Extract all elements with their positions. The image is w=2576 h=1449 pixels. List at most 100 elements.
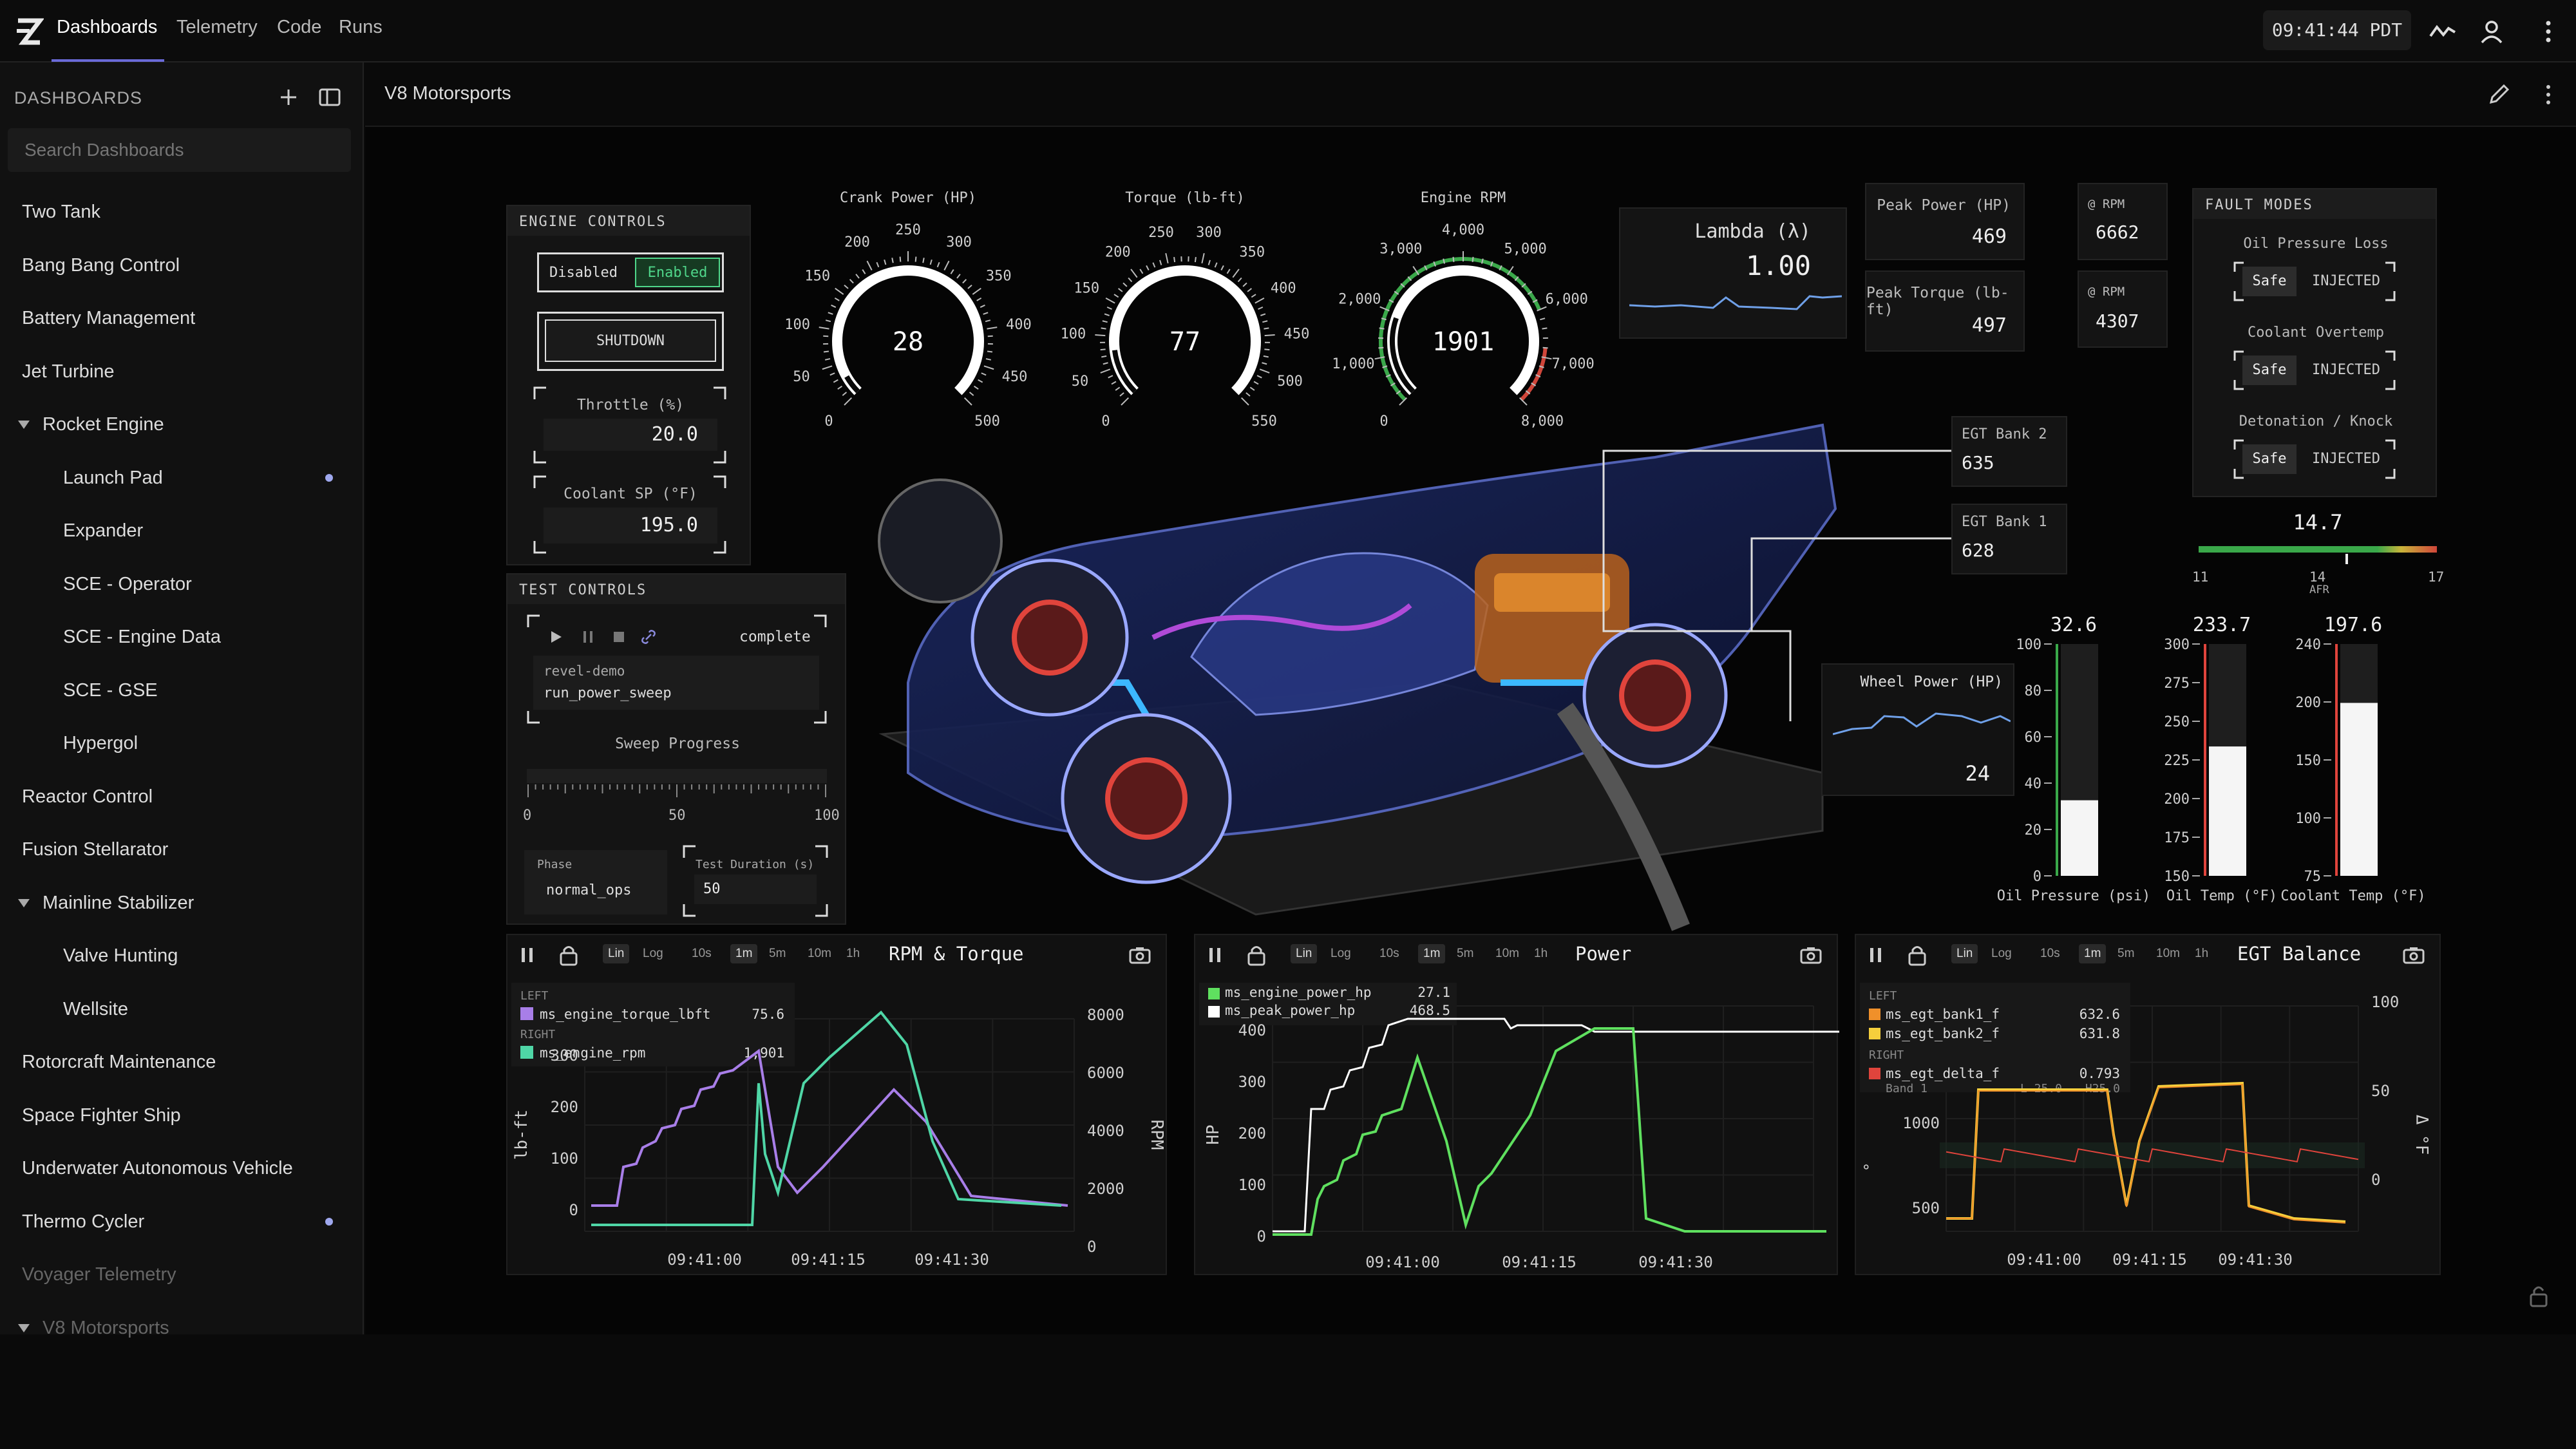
play-icon[interactable]: [547, 629, 564, 645]
sidebar-item-wellsite[interactable]: Wellsite: [0, 983, 364, 1035]
gauge-tick: [825, 319, 831, 323]
duration-input[interactable]: 50: [694, 875, 817, 904]
camera-snapshot-icon[interactable]: [1799, 945, 1823, 965]
tab-dashboards[interactable]: Dashboards: [57, 17, 157, 38]
scale-log-toggle[interactable]: Log: [643, 947, 663, 961]
dashboard-menu-icon[interactable]: [2535, 82, 2561, 108]
chevron-down-icon[interactable]: [18, 1323, 30, 1332]
gauge-tick: [1121, 397, 1130, 406]
lock-layout-icon[interactable]: [2524, 1282, 2553, 1310]
link-icon[interactable]: [640, 629, 657, 645]
scale-log-toggle[interactable]: Log: [1331, 947, 1351, 961]
time-range-1m[interactable]: 1m: [2079, 944, 2107, 963]
gauge-tick: [978, 379, 983, 383]
time-range-10m[interactable]: 10m: [808, 947, 831, 961]
time-range-5m[interactable]: 5m: [769, 947, 786, 961]
legend-swatch: [1869, 1028, 1880, 1039]
fault-injected-button[interactable]: INJECTED: [2304, 267, 2388, 296]
active-tab-indicator: [52, 59, 164, 62]
gauge-tick-label: 4,000: [1442, 222, 1484, 238]
breadcrumb: V8 Motorsports: [384, 83, 511, 104]
gauge-tick: [1118, 288, 1123, 292]
lock-icon[interactable]: [1906, 943, 1928, 967]
sidebar-item-rocket-engine[interactable]: Rocket Engine: [0, 399, 364, 450]
tab-code[interactable]: Code: [277, 17, 321, 38]
time-range-10s[interactable]: 10s: [692, 947, 712, 961]
sidebar-item-v8-motorsports[interactable]: V8 Motorsports: [0, 1302, 364, 1354]
time-range-10m[interactable]: 10m: [1495, 947, 1519, 961]
sidebar-item-label: Rotorcraft Maintenance: [22, 1052, 216, 1072]
sidebar-item-mainline-stabilizer[interactable]: Mainline Stabilizer: [0, 877, 364, 929]
sidebar-item-sce-operator[interactable]: SCE - Operator: [0, 558, 364, 610]
time-range-10m[interactable]: 10m: [2156, 947, 2180, 961]
sidebar-item-rotorcraft-maintenance[interactable]: Rotorcraft Maintenance: [0, 1036, 364, 1088]
sidebar-item-two-tank[interactable]: Two Tank: [0, 186, 364, 238]
time-range-1m[interactable]: 1m: [1418, 944, 1446, 963]
pause-icon[interactable]: [519, 945, 536, 965]
scale-lin-toggle[interactable]: Lin: [1291, 944, 1318, 963]
gauge-tick-label: 250: [895, 222, 921, 238]
chevron-down-icon[interactable]: [18, 898, 30, 907]
scale-lin-toggle[interactable]: Lin: [1951, 944, 1978, 963]
sidebar-item-bang-bang-control[interactable]: Bang Bang Control: [0, 240, 364, 291]
stop-icon[interactable]: [611, 629, 627, 645]
time-range-1h[interactable]: 1h: [846, 947, 860, 961]
sidebar-item-thermo-cycler[interactable]: Thermo Cycler: [0, 1196, 364, 1247]
time-range-10s[interactable]: 10s: [2040, 947, 2060, 961]
sidebar-item-space-fighter-ship[interactable]: Space Fighter Ship: [0, 1090, 364, 1141]
fault-injected-button[interactable]: INJECTED: [2304, 355, 2388, 385]
sidebar-item-battery-management[interactable]: Battery Management: [0, 292, 364, 344]
sidebar-item-voyager-telemetry[interactable]: Voyager Telemetry: [0, 1249, 364, 1300]
time-range-5m[interactable]: 5m: [1457, 947, 1473, 961]
fault-safe-button[interactable]: Safe: [2242, 267, 2297, 296]
time-range-5m[interactable]: 5m: [2117, 947, 2134, 961]
enabled-option[interactable]: Enabled: [635, 258, 720, 287]
sidebar-item-valve-hunting[interactable]: Valve Hunting: [0, 930, 364, 981]
user-icon[interactable]: [2477, 17, 2506, 46]
pause-icon[interactable]: [580, 629, 596, 645]
time-range-1h[interactable]: 1h: [1534, 947, 1548, 961]
more-menu-icon[interactable]: [2533, 17, 2563, 46]
sidebar-item-jet-turbine[interactable]: Jet Turbine: [0, 346, 364, 397]
x-tick-label: 09:41:00: [667, 1251, 742, 1269]
disabled-option[interactable]: Disabled: [545, 261, 622, 285]
gauge-tick: [1100, 368, 1111, 374]
chevron-down-icon[interactable]: [18, 421, 30, 429]
gauge-tick: [985, 358, 992, 361]
shutdown-button[interactable]: SHUTDOWN: [545, 319, 716, 362]
fault-safe-button[interactable]: Safe: [2242, 444, 2297, 474]
time-range-1h[interactable]: 1h: [2195, 947, 2208, 961]
bar-tick-label: 275: [2164, 676, 2190, 692]
edit-pencil-icon[interactable]: [2486, 82, 2512, 108]
fault-injected-button[interactable]: INJECTED: [2304, 444, 2388, 474]
time-range-10s[interactable]: 10s: [1379, 947, 1399, 961]
lock-icon[interactable]: [558, 943, 580, 967]
pause-icon[interactable]: [1207, 945, 1224, 965]
camera-snapshot-icon[interactable]: [1128, 945, 1151, 965]
add-dashboard-icon[interactable]: [277, 86, 300, 109]
app-logo-icon[interactable]: [14, 17, 44, 46]
sidebar-item-fusion-stellarator[interactable]: Fusion Stellarator: [0, 824, 364, 875]
legend-swatch: [520, 1046, 533, 1059]
search-dashboards-input[interactable]: [8, 128, 351, 172]
tab-runs[interactable]: Runs: [339, 17, 383, 38]
time-range-1m[interactable]: 1m: [730, 944, 758, 963]
toggle-sidebar-icon[interactable]: [318, 86, 341, 109]
sidebar-item-sce-engine-data[interactable]: SCE - Engine Data: [0, 611, 364, 663]
lock-icon[interactable]: [1245, 943, 1267, 967]
fault-safe-button[interactable]: Safe: [2242, 355, 2297, 385]
bar-tick-label: 40: [2025, 776, 2042, 792]
sidebar-item-reactor-control[interactable]: Reactor Control: [0, 771, 364, 822]
gauge-tick: [1105, 298, 1115, 304]
pause-icon[interactable]: [1868, 945, 1884, 965]
sidebar-item-underwater-autonomous-vehicle[interactable]: Underwater Autonomous Vehicle: [0, 1142, 364, 1194]
sidebar-item-expander[interactable]: Expander: [0, 505, 364, 556]
sidebar-item-sce-gse[interactable]: SCE - GSE: [0, 665, 364, 716]
sidebar-item-hypergol[interactable]: Hypergol: [0, 717, 364, 769]
tab-telemetry[interactable]: Telemetry: [176, 17, 258, 38]
sidebar-item-launch-pad[interactable]: Launch Pad: [0, 452, 364, 504]
camera-snapshot-icon[interactable]: [2402, 945, 2425, 965]
scale-log-toggle[interactable]: Log: [1991, 947, 2012, 961]
activity-icon[interactable]: [2428, 17, 2458, 46]
scale-lin-toggle[interactable]: Lin: [603, 944, 630, 963]
